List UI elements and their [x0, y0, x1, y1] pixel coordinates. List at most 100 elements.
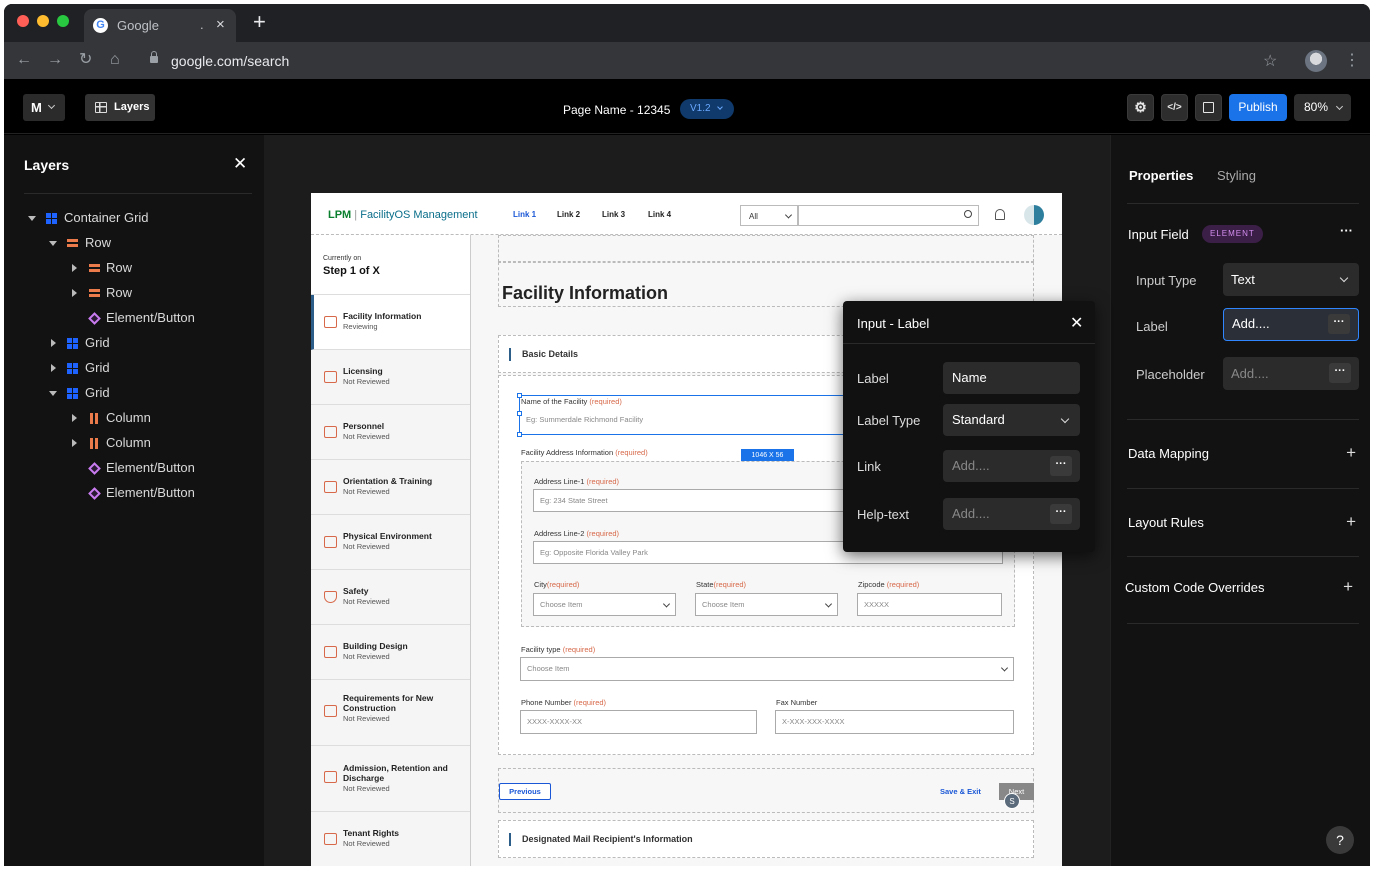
- state-select[interactable]: Choose Item: [695, 593, 838, 616]
- link-input[interactable]: Add.... ···: [943, 450, 1080, 482]
- custom-code-title[interactable]: Custom Code Overrides: [1125, 580, 1264, 595]
- bell-icon[interactable]: [995, 209, 1005, 220]
- preview-button[interactable]: [1195, 94, 1222, 121]
- maximize-window-dot[interactable]: [57, 15, 69, 27]
- add-layout-rule-icon[interactable]: +: [1346, 512, 1356, 532]
- preview-search-input[interactable]: [798, 205, 979, 226]
- layout-rules-title[interactable]: Layout Rules: [1128, 515, 1204, 530]
- layer-item[interactable]: Row: [4, 260, 264, 285]
- caret-right-icon[interactable]: [72, 264, 77, 272]
- step-item[interactable]: Requirements for New Construction Not Rev…: [311, 680, 470, 746]
- facility-type-select[interactable]: Choose Item: [520, 657, 1014, 681]
- layer-item[interactable]: Grid: [4, 385, 264, 410]
- mode-menu-button[interactable]: M: [23, 94, 65, 121]
- step-item[interactable]: Tenant Rights Not Reviewed: [311, 812, 470, 866]
- help-text-input[interactable]: Add.... ···: [943, 498, 1080, 530]
- nav-link-2[interactable]: Link 2: [557, 210, 580, 219]
- reload-icon[interactable]: ↻: [79, 51, 92, 69]
- add-custom-code-icon[interactable]: +: [1343, 577, 1353, 597]
- label-value-input[interactable]: Name: [943, 362, 1080, 394]
- close-icon[interactable]: ✕: [233, 154, 247, 174]
- layer-item[interactable]: Container Grid: [4, 210, 264, 235]
- layer-item[interactable]: Grid: [4, 335, 264, 360]
- data-mapping-title[interactable]: Data Mapping: [1128, 446, 1209, 461]
- layer-item[interactable]: Grid: [4, 360, 264, 385]
- layer-item[interactable]: Element/Button: [4, 310, 264, 335]
- caret-down-icon[interactable]: [49, 391, 57, 396]
- back-icon[interactable]: ←: [16, 51, 32, 69]
- publish-button[interactable]: Publish: [1229, 94, 1287, 121]
- step-item[interactable]: Physical Environment Not Reviewed: [311, 515, 470, 570]
- nav-link-4[interactable]: Link 4: [648, 210, 671, 219]
- close-icon[interactable]: ✕: [1070, 313, 1083, 333]
- caret-right-icon[interactable]: [51, 364, 56, 372]
- nav-link-3[interactable]: Link 3: [602, 210, 625, 219]
- help-button[interactable]: ?: [1326, 826, 1354, 854]
- edit-icon: [324, 481, 337, 493]
- resize-handle[interactable]: [517, 411, 522, 416]
- caret-right-icon[interactable]: [72, 414, 77, 422]
- city-select[interactable]: Choose Item: [533, 593, 676, 616]
- search-filter-select[interactable]: All: [740, 205, 798, 226]
- resize-handle[interactable]: [517, 432, 522, 437]
- new-tab-icon[interactable]: +: [253, 11, 266, 33]
- bookmark-star-icon[interactable]: ☆: [1263, 51, 1277, 71]
- version-dropdown[interactable]: V1.2: [680, 99, 734, 119]
- layer-item[interactable]: Row: [4, 285, 264, 310]
- phone-number-input[interactable]: XXXX-XXXX-XX: [520, 710, 757, 734]
- more-options-icon[interactable]: ···: [1328, 314, 1350, 334]
- zipcode-input[interactable]: XXXXX: [857, 593, 1002, 616]
- layer-item[interactable]: Row: [4, 235, 264, 260]
- layer-item[interactable]: Column: [4, 435, 264, 460]
- home-icon[interactable]: ⌂: [110, 51, 120, 69]
- address-line-1-input[interactable]: Eg: 234 State Street: [533, 489, 853, 512]
- tab-styling[interactable]: Styling: [1217, 168, 1256, 183]
- step-item[interactable]: Licensing Not Reviewed: [311, 350, 470, 405]
- step-item[interactable]: Building Design Not Reviewed: [311, 625, 470, 680]
- field-label: Zipcode (required): [858, 580, 919, 589]
- more-options-icon[interactable]: ···: [1340, 223, 1353, 238]
- step-name: Safety: [343, 586, 369, 596]
- input-type-select[interactable]: Text: [1223, 263, 1359, 296]
- more-options-icon[interactable]: ···: [1329, 363, 1351, 383]
- label-type-select[interactable]: Standard: [943, 404, 1080, 436]
- settings-button[interactable]: ⚙: [1127, 94, 1154, 121]
- step-item[interactable]: Safety Not Reviewed: [311, 570, 470, 625]
- url-text[interactable]: google.com/search: [171, 53, 289, 69]
- more-options-icon[interactable]: ···: [1050, 504, 1072, 524]
- placeholder-input[interactable]: Add.... ···: [1223, 357, 1359, 390]
- resize-handle[interactable]: [517, 393, 522, 398]
- step-item[interactable]: Personnel Not Reviewed: [311, 405, 470, 460]
- add-data-mapping-icon[interactable]: +: [1346, 443, 1356, 463]
- caret-down-icon[interactable]: [28, 216, 36, 221]
- tab-properties[interactable]: Properties: [1129, 168, 1193, 183]
- minimize-window-dot[interactable]: [37, 15, 49, 27]
- zoom-dropdown[interactable]: 80%: [1294, 94, 1351, 121]
- caret-right-icon[interactable]: [72, 289, 77, 297]
- layer-label: Row: [85, 235, 112, 250]
- caret-right-icon[interactable]: [51, 339, 56, 347]
- save-exit-link[interactable]: Save & Exit: [940, 787, 981, 796]
- layer-item[interactable]: Element/Button: [4, 485, 264, 510]
- layer-item[interactable]: Column: [4, 410, 264, 435]
- nav-link-1[interactable]: Link 1: [513, 210, 536, 219]
- tab-close-icon[interactable]: ×: [216, 16, 225, 33]
- forward-icon[interactable]: →: [47, 51, 63, 69]
- close-window-dot[interactable]: [17, 15, 29, 27]
- more-options-icon[interactable]: ···: [1050, 456, 1072, 476]
- avatar[interactable]: [1024, 205, 1044, 225]
- caret-right-icon[interactable]: [72, 439, 77, 447]
- step-item[interactable]: Orientation & Training Not Reviewed: [311, 460, 470, 515]
- layers-toggle-button[interactable]: Layers: [85, 94, 155, 121]
- label-input[interactable]: Add.... ···: [1223, 308, 1359, 341]
- code-button[interactable]: </>: [1161, 94, 1188, 121]
- step-item[interactable]: Admission, Retention and Discharge Not Re…: [311, 746, 470, 812]
- browser-tab[interactable]: G Google . ×: [84, 9, 236, 42]
- step-item[interactable]: Facility Information Reviewing: [311, 295, 470, 350]
- profile-avatar[interactable]: [1305, 50, 1327, 72]
- fax-number-input[interactable]: X-XXX-XXX-XXXX: [775, 710, 1014, 734]
- layer-item[interactable]: Element/Button: [4, 460, 264, 485]
- previous-button[interactable]: Previous: [499, 783, 551, 800]
- caret-down-icon[interactable]: [49, 241, 57, 246]
- browser-menu-icon[interactable]: ⋮: [1344, 50, 1360, 70]
